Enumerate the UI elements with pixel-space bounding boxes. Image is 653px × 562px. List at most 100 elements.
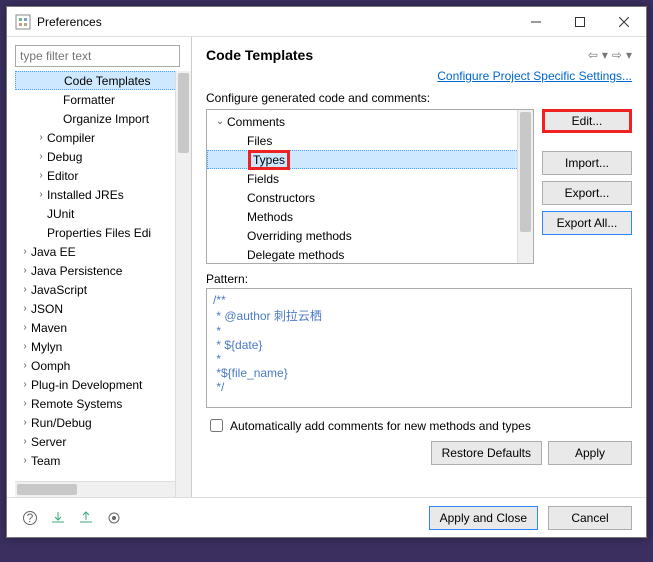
pattern-textarea[interactable]: /** * @author 刺拉云栖 * * ${date} * *${file…	[206, 288, 632, 408]
expand-icon[interactable]	[19, 341, 31, 352]
edit-button[interactable]: Edit...	[542, 109, 632, 133]
tree-item-label: Team	[31, 454, 60, 468]
filter-input[interactable]	[15, 45, 180, 67]
expand-icon[interactable]	[19, 398, 31, 409]
window-title: Preferences	[37, 15, 514, 29]
tree-item[interactable]: Java Persistence	[15, 261, 189, 280]
template-item-label: Overriding methods	[247, 229, 352, 243]
template-item[interactable]: Constructors	[207, 188, 533, 207]
titlebar: Preferences	[7, 7, 646, 37]
template-item[interactable]: Methods	[207, 207, 533, 226]
tree-item[interactable]: Installed JREs	[15, 185, 189, 204]
tree-item-label: Debug	[47, 150, 82, 164]
tree-item[interactable]: Mylyn	[15, 337, 189, 356]
tree-item[interactable]: Properties Files Edi	[15, 223, 189, 242]
tree-item-label: Server	[31, 435, 66, 449]
expand-icon[interactable]	[19, 284, 31, 295]
export-button[interactable]: Export...	[542, 181, 632, 205]
template-item-label: Delegate methods	[247, 248, 344, 262]
tree-item[interactable]: Debug	[15, 147, 189, 166]
expand-icon[interactable]	[19, 379, 31, 390]
tree-item-label: Java Persistence	[31, 264, 122, 278]
tree-item-label: JSON	[31, 302, 63, 316]
expand-icon[interactable]	[19, 360, 31, 371]
forward-icon[interactable]: ⇨	[612, 48, 622, 62]
category-tree[interactable]: Code Templates Formatter Organize Import Co…	[15, 71, 191, 497]
expand-icon[interactable]	[19, 455, 31, 466]
nav-arrows[interactable]: ⇦▾ ⇨▾	[588, 48, 632, 62]
tree-item-label: Properties Files Edi	[47, 226, 151, 240]
tree-item[interactable]: Java EE	[15, 242, 189, 261]
cancel-button[interactable]: Cancel	[548, 506, 632, 530]
tree-item[interactable]: Server	[15, 432, 189, 451]
expand-icon[interactable]	[19, 265, 31, 276]
project-settings-link[interactable]: Configure Project Specific Settings...	[206, 69, 632, 83]
template-item[interactable]: Files	[207, 131, 533, 150]
import-button[interactable]: Import...	[542, 151, 632, 175]
tree-item[interactable]: Maven	[15, 318, 189, 337]
preferences-window: Preferences Code Templates Formatter Organ…	[6, 6, 647, 538]
tree-item-label: Mylyn	[31, 340, 62, 354]
tree-item[interactable]: Team	[15, 451, 189, 470]
auto-comments-checkbox[interactable]	[210, 419, 223, 432]
tree-item-label: Code Templates	[64, 74, 151, 88]
tree-item[interactable]: Remote Systems	[15, 394, 189, 413]
tree-item[interactable]: JUnit	[15, 204, 189, 223]
tree-item-label: Formatter	[63, 93, 115, 107]
import-prefs-icon[interactable]	[49, 509, 67, 527]
template-scrollbar-vertical[interactable]	[517, 110, 533, 263]
restore-defaults-button[interactable]: Restore Defaults	[431, 441, 542, 465]
tree-item[interactable]: Run/Debug	[15, 413, 189, 432]
tree-item[interactable]: Editor	[15, 166, 189, 185]
expand-icon[interactable]	[19, 246, 31, 257]
record-icon[interactable]	[105, 509, 123, 527]
tree-item[interactable]: JavaScript	[15, 280, 189, 299]
tree-scrollbar-horizontal[interactable]	[15, 481, 175, 497]
tree-item-label: Maven	[31, 321, 67, 335]
expand-icon[interactable]	[35, 189, 47, 200]
template-item[interactable]: Comments	[207, 112, 533, 131]
back-icon[interactable]: ⇦	[588, 48, 598, 62]
export-prefs-icon[interactable]	[77, 509, 95, 527]
template-item[interactable]: Types	[207, 150, 533, 169]
template-item-label: Constructors	[247, 191, 315, 205]
tree-item-label: Oomph	[31, 359, 70, 373]
apply-button[interactable]: Apply	[548, 441, 632, 465]
expand-icon[interactable]	[19, 303, 31, 314]
template-item[interactable]: Fields	[207, 169, 533, 188]
expand-icon[interactable]	[19, 417, 31, 428]
tree-item[interactable]: Code Templates	[15, 71, 189, 90]
tree-scrollbar-vertical[interactable]	[175, 71, 191, 497]
expand-icon[interactable]	[19, 322, 31, 333]
expand-icon[interactable]	[19, 436, 31, 447]
help-icon[interactable]: ?	[21, 509, 39, 527]
tree-item[interactable]: Compiler	[15, 128, 189, 147]
app-icon	[15, 14, 31, 30]
tree-item[interactable]: JSON	[15, 299, 189, 318]
expand-icon[interactable]	[35, 151, 47, 162]
close-button[interactable]	[602, 7, 646, 37]
tree-item-label: Editor	[47, 169, 78, 183]
expand-icon[interactable]	[35, 132, 47, 143]
export-all-button[interactable]: Export All...	[542, 211, 632, 235]
expand-icon[interactable]	[35, 170, 47, 181]
tree-item[interactable]: Oomph	[15, 356, 189, 375]
tree-item-label: JavaScript	[31, 283, 87, 297]
apply-and-close-button[interactable]: Apply and Close	[429, 506, 538, 530]
tree-item[interactable]: Plug-in Development	[15, 375, 189, 394]
main-panel: Code Templates ⇦▾ ⇨▾ Configure Project S…	[192, 37, 646, 497]
tree-item-label: Organize Import	[63, 112, 149, 126]
minimize-button[interactable]	[514, 7, 558, 37]
template-item[interactable]: Overriding methods	[207, 226, 533, 245]
body: Code Templates Formatter Organize Import Co…	[7, 37, 646, 497]
template-tree[interactable]: CommentsFilesTypes Fields Constructors Meth…	[206, 109, 534, 264]
sidebar: Code Templates Formatter Organize Import Co…	[7, 37, 192, 497]
tree-item[interactable]: Formatter	[15, 90, 189, 109]
tree-item-label: Compiler	[47, 131, 95, 145]
maximize-button[interactable]	[558, 7, 602, 37]
tree-item-label: Java EE	[31, 245, 76, 259]
template-item[interactable]: Delegate methods	[207, 245, 533, 264]
template-item-label: Fields	[247, 172, 279, 186]
tree-item[interactable]: Organize Import	[15, 109, 189, 128]
expand-icon[interactable]	[213, 116, 227, 127]
